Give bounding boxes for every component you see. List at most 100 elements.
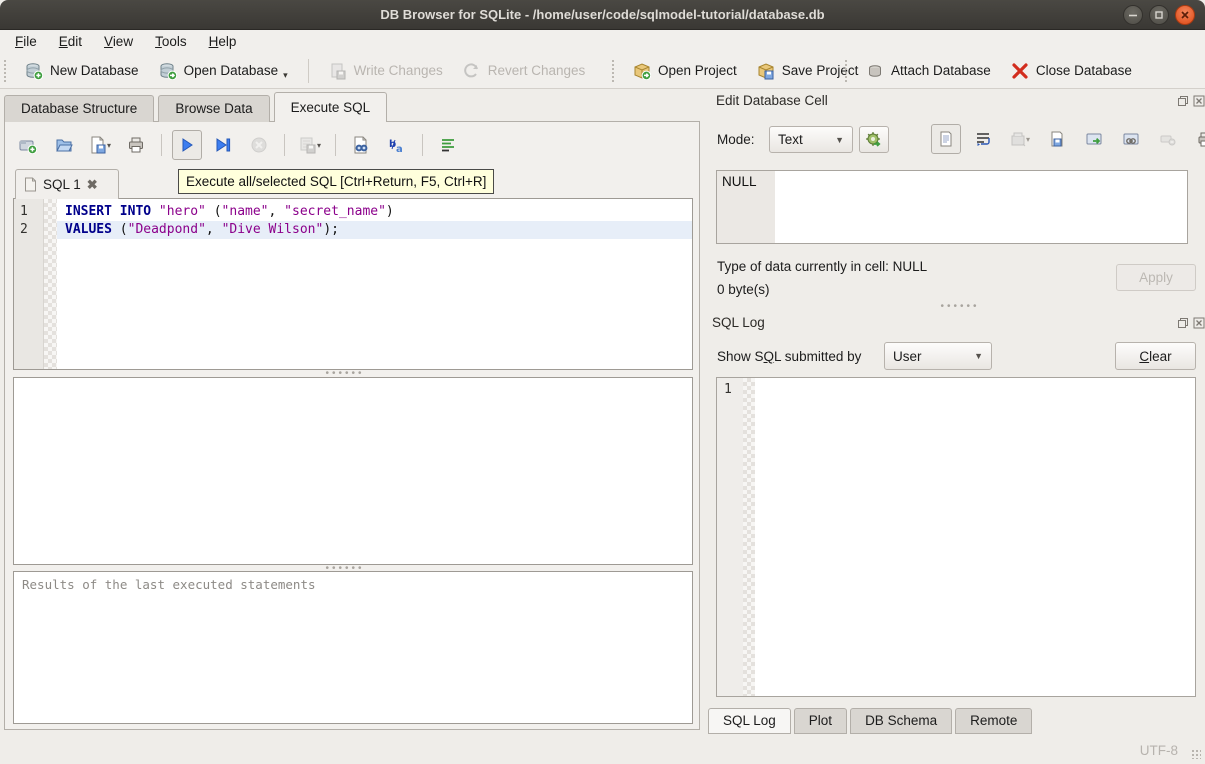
log-line-number-gutter: 1 [717, 378, 743, 696]
close-dock-icon[interactable] [1192, 316, 1205, 329]
auto-complete-toggle-icon[interactable] [433, 130, 463, 160]
token-id: "secret_name" [284, 204, 386, 219]
execute-sql-icon[interactable] [172, 130, 202, 160]
tab-browse-data[interactable]: Browse Data [158, 95, 269, 122]
results-placeholder: Results of the last executed statements [22, 577, 316, 592]
sql-toolbar: ▾ ▾ ba [13, 129, 463, 161]
dock-tab-db-schema[interactable]: DB Schema [850, 708, 952, 734]
tab-database-structure[interactable]: Database Structure [4, 95, 154, 122]
toolbar-handle[interactable] [4, 60, 9, 82]
new-database-button[interactable]: New Database [17, 58, 147, 84]
clear-log-button[interactable]: Clear [1115, 342, 1196, 370]
token-id: "name" [222, 204, 269, 219]
write-changes-icon [329, 62, 347, 80]
revert-changes-icon [463, 62, 481, 80]
menu-edit[interactable]: Edit [48, 32, 93, 51]
edit-cell-title: Edit Database Cell [716, 93, 828, 108]
export-cell-icon[interactable] [1042, 124, 1072, 154]
menu-view[interactable]: View [93, 32, 144, 51]
menu-tools[interactable]: Tools [144, 32, 198, 51]
dock-splitter[interactable]: •••••• [640, 304, 1205, 309]
copy-link-icon[interactable] [1116, 124, 1146, 154]
toolbar-button-label: Write Changes [354, 63, 443, 78]
close-tab-icon[interactable]: ✖ [87, 177, 98, 193]
dock-tab-remote[interactable]: Remote [955, 708, 1032, 734]
new-sql-tab-icon[interactable] [13, 130, 43, 160]
attach-database-icon [866, 62, 884, 80]
encoding-indicator[interactable]: UTF-8 [1140, 743, 1178, 758]
print-sql-icon[interactable] [121, 130, 151, 160]
word-wrap-icon[interactable] [968, 124, 998, 154]
mode-select[interactable]: Text▼ [769, 126, 853, 153]
toolbar-group-database: New Database Open Database ▾ Write Changes R… [2, 53, 593, 88]
open-external-button[interactable] [859, 126, 889, 153]
token-kw: VALUES [65, 222, 112, 237]
toolbar-button-label: Open Database [184, 63, 279, 78]
statusbar: UTF-8 [0, 735, 1205, 764]
sql-log-filter-select[interactable]: User▼ [884, 342, 992, 370]
execute-sql-tooltip: Execute all/selected SQL [Ctrl+Return, F… [178, 169, 494, 194]
edit-pane-empty[interactable] [13, 377, 693, 565]
text-mode-icon[interactable] [931, 124, 961, 154]
print-cell-icon[interactable] [1190, 124, 1205, 154]
token-pl: ); [323, 222, 339, 237]
toolbar-group-project: Open ProjectSave Project [610, 53, 866, 88]
cell-value-editor[interactable]: NULL [716, 170, 1188, 244]
titlebar[interactable]: DB Browser for SQLite - /home/user/code/… [0, 0, 1205, 30]
attach-database-button[interactable]: Attach Database [858, 58, 999, 84]
dock-tab-plot[interactable]: Plot [794, 708, 847, 734]
resize-grip[interactable] [1191, 749, 1201, 759]
apply-button[interactable]: Apply [1116, 264, 1196, 291]
sql-editor-tab[interactable]: SQL 1 ✖ [15, 169, 119, 199]
execute-current-line-icon[interactable] [208, 130, 238, 160]
window-title: DB Browser for SQLite - /home/user/code/… [380, 7, 824, 22]
dock-tab-sql-log[interactable]: SQL Log [708, 708, 791, 734]
line-number: 1 [20, 203, 43, 221]
sql-toolbar-separator [422, 134, 423, 156]
open-project-button[interactable]: Open Project [625, 58, 745, 84]
menu-help[interactable]: Help [198, 32, 248, 51]
new-database-icon [25, 62, 43, 80]
show-sql-label: Show SQL submitted by [717, 349, 861, 364]
import-cell-icon[interactable]: ▾ [1005, 124, 1035, 154]
sql-editor[interactable]: 12 INSERT INTO "hero" ("name", "secret_n… [13, 198, 693, 370]
sql-log-area[interactable]: 1 [716, 377, 1196, 697]
tab-execute-sql[interactable]: Execute SQL [274, 92, 388, 122]
results-pane[interactable]: Results of the last executed statements [13, 571, 693, 724]
sql-toolbar-separator [161, 134, 162, 156]
save-results-icon[interactable]: ▾ [295, 130, 325, 160]
toolbar-button-label: Open Project [658, 63, 737, 78]
write-changes-button[interactable]: Write Changes [321, 58, 451, 84]
editor-splitter[interactable]: •••••• [5, 371, 685, 376]
toolbar-handle[interactable] [612, 60, 617, 82]
close-icon[interactable] [1175, 5, 1195, 25]
open-project-icon [633, 62, 651, 80]
token-pl: , [206, 222, 222, 237]
log-fold-margin [743, 378, 755, 696]
menubar: FileEditViewToolsHelp [0, 30, 1205, 53]
dropdown-caret-icon[interactable]: ▾ [283, 70, 288, 81]
find-in-sql-icon[interactable] [346, 130, 376, 160]
tooltip-text: Execute all/selected SQL [Ctrl+Return, F… [186, 174, 486, 189]
remove-cell-icon[interactable] [1153, 124, 1183, 154]
stop-execution-icon[interactable] [244, 130, 274, 160]
open-database-button[interactable]: Open Database ▾ [151, 58, 296, 84]
sql-code-area[interactable]: INSERT INTO "hero" ("name", "secret_name… [57, 199, 692, 369]
float-dock-icon[interactable] [1176, 94, 1189, 107]
menu-file[interactable]: File [4, 32, 48, 51]
format-sql-icon[interactable]: ba [382, 130, 412, 160]
float-dock-icon[interactable] [1176, 316, 1189, 329]
toolbar-handle[interactable] [845, 60, 850, 82]
revert-changes-button[interactable]: Revert Changes [455, 58, 594, 84]
minimize-icon[interactable] [1123, 5, 1143, 25]
maximize-icon[interactable] [1149, 5, 1169, 25]
dock-tabbar: SQL LogPlotDB SchemaRemote [708, 708, 1032, 734]
toolbar-button-label: Close Database [1036, 63, 1132, 78]
mode-label: Mode: [717, 132, 755, 147]
close-dock-icon[interactable] [1192, 94, 1205, 107]
set-as-null-icon[interactable] [1079, 124, 1109, 154]
save-project-icon [757, 62, 775, 80]
save-sql-file-icon[interactable]: ▾ [85, 130, 115, 160]
close-database-button[interactable]: Close Database [1003, 58, 1140, 84]
open-sql-file-icon[interactable] [49, 130, 79, 160]
